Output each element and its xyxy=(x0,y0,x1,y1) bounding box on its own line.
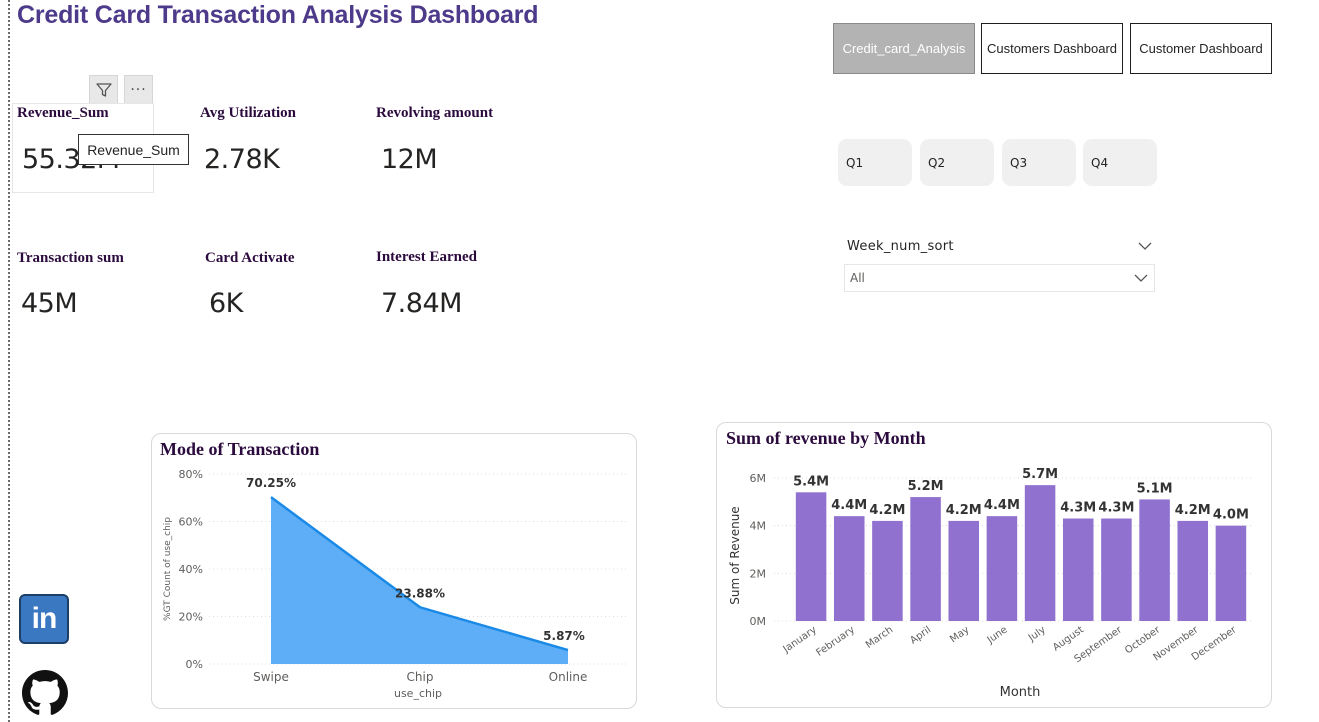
data-label: 5.87% xyxy=(543,629,585,643)
more-options-icon: ··· xyxy=(130,81,147,98)
bar xyxy=(1177,520,1209,621)
kpi-revenue-sum-label: Revenue_Sum xyxy=(17,105,109,121)
kpi-interest-earned-value: 7.84M xyxy=(381,288,462,319)
filter-icon xyxy=(95,82,112,97)
dropdown-chevron-icon[interactable] xyxy=(1133,270,1149,286)
linkedin-icon[interactable]: in xyxy=(19,594,69,644)
x-tick-label: June xyxy=(985,624,1010,646)
kpi-avg-utilization-value: 2.78K xyxy=(204,144,280,175)
bar xyxy=(1215,525,1247,621)
y-tick-label: 2M xyxy=(750,567,767,580)
week-slicer-title: Week_num_sort xyxy=(847,239,954,254)
bar xyxy=(872,520,903,621)
data-label: 4.2M xyxy=(1175,503,1211,518)
kpi-card-activate-label: Card Activate xyxy=(205,250,295,266)
y-axis-title: %GT Count of use_chip xyxy=(163,517,173,621)
revenue-by-month-chart: 0M 2M 4M 6M 5.4M January 4.4M February 4.2M March… xyxy=(728,467,1252,700)
y-tick-label: 0% xyxy=(186,658,203,671)
kpi-revolving-amount-label: Revolving amount xyxy=(376,105,494,121)
kpi-revolving-amount-value: 12M xyxy=(381,144,438,175)
x-tick-label: January xyxy=(781,624,819,655)
data-label: 70.25% xyxy=(246,476,296,490)
x-tick-label: Online xyxy=(549,670,588,684)
bar xyxy=(1139,499,1170,621)
bar xyxy=(795,492,827,621)
bar xyxy=(948,520,980,621)
data-label: 5.4M xyxy=(793,474,829,489)
visual-filter-button[interactable] xyxy=(89,75,118,104)
quarter-button-q4[interactable]: Q4 xyxy=(1083,139,1157,186)
revenue-by-month-title: Sum of revenue by Month xyxy=(726,428,926,448)
github-icon[interactable] xyxy=(22,670,68,716)
kpi-transaction-sum-label: Transaction sum xyxy=(17,250,124,266)
y-tick-label: 6M xyxy=(750,472,767,485)
bar xyxy=(833,516,865,621)
x-tick-label: Chip xyxy=(407,670,434,684)
mode-of-transaction-title: Mode of Transaction xyxy=(160,439,320,459)
x-tick-label: August xyxy=(1051,624,1086,653)
nav-button-credit-card-analysis[interactable]: Credit_card_Analysis xyxy=(833,23,975,74)
kpi-transaction-sum-value: 45M xyxy=(21,288,78,319)
week-slicer-dropdown[interactable] xyxy=(844,264,1155,292)
data-label: 4.3M xyxy=(1060,501,1096,516)
x-axis-title: Month xyxy=(1000,685,1041,700)
data-label: 4.0M xyxy=(1213,508,1249,523)
bar xyxy=(1062,518,1094,621)
area-fill xyxy=(271,497,568,664)
chevron-down-icon[interactable] xyxy=(1137,238,1153,254)
nav-button-customers-dashboard[interactable]: Customers Dashboard xyxy=(981,23,1123,74)
bar xyxy=(1101,518,1132,621)
linkedin-glyph: in xyxy=(31,602,58,635)
data-label: 23.88% xyxy=(395,586,445,600)
y-tick-label: 40% xyxy=(179,563,203,576)
bar xyxy=(986,516,1018,621)
x-tick-label: March xyxy=(864,624,895,650)
y-tick-label: 80% xyxy=(179,468,203,481)
bar xyxy=(910,497,941,621)
x-tick-label: July xyxy=(1026,624,1048,644)
data-label: 4.2M xyxy=(946,503,982,518)
quarter-button-q2[interactable]: Q2 xyxy=(920,139,994,186)
data-label: 4.4M xyxy=(831,498,867,513)
mode-of-transaction-chart: 0% 20% 40% 60% 80% 70.25% Swipe 23.88% Chip 5.87%… xyxy=(163,468,627,700)
x-axis-title: use_chip xyxy=(394,687,442,700)
y-tick-label: 0M xyxy=(750,615,767,628)
page-left-border xyxy=(8,0,10,722)
visual-more-options-button[interactable]: ··· xyxy=(124,75,153,104)
x-tick-label: February xyxy=(814,624,857,658)
x-tick-label: May xyxy=(948,624,971,645)
x-tick-label: Swipe xyxy=(253,670,289,684)
quarter-button-q1[interactable]: Q1 xyxy=(838,139,912,186)
quarter-button-q3[interactable]: Q3 xyxy=(1002,139,1076,186)
kpi-avg-utilization-label: Avg Utilization xyxy=(200,105,296,121)
bar xyxy=(1024,485,1056,621)
data-label: 5.1M xyxy=(1137,481,1173,496)
data-label: 4.4M xyxy=(984,498,1020,513)
kpi-card-activate-value: 6K xyxy=(209,288,243,319)
data-label: 4.3M xyxy=(1098,501,1134,516)
x-tick-label: April xyxy=(908,624,933,646)
y-tick-label: 4M xyxy=(750,520,767,533)
nav-button-customer-dashboard[interactable]: Customer Dashboard xyxy=(1130,23,1272,74)
data-label: 5.2M xyxy=(908,479,944,494)
y-tick-label: 60% xyxy=(179,516,203,529)
page-title: Credit Card Transaction Analysis Dashboa… xyxy=(17,1,539,29)
kpi-interest-earned-label: Interest Earned xyxy=(376,249,477,265)
week-slicer-value: All xyxy=(850,271,865,285)
y-axis-title: Sum of Revenue xyxy=(728,506,742,604)
tooltip: Revenue_Sum xyxy=(78,134,189,165)
data-label: 4.2M xyxy=(869,503,905,518)
data-label: 5.7M xyxy=(1022,467,1058,482)
y-tick-label: 20% xyxy=(179,611,203,624)
